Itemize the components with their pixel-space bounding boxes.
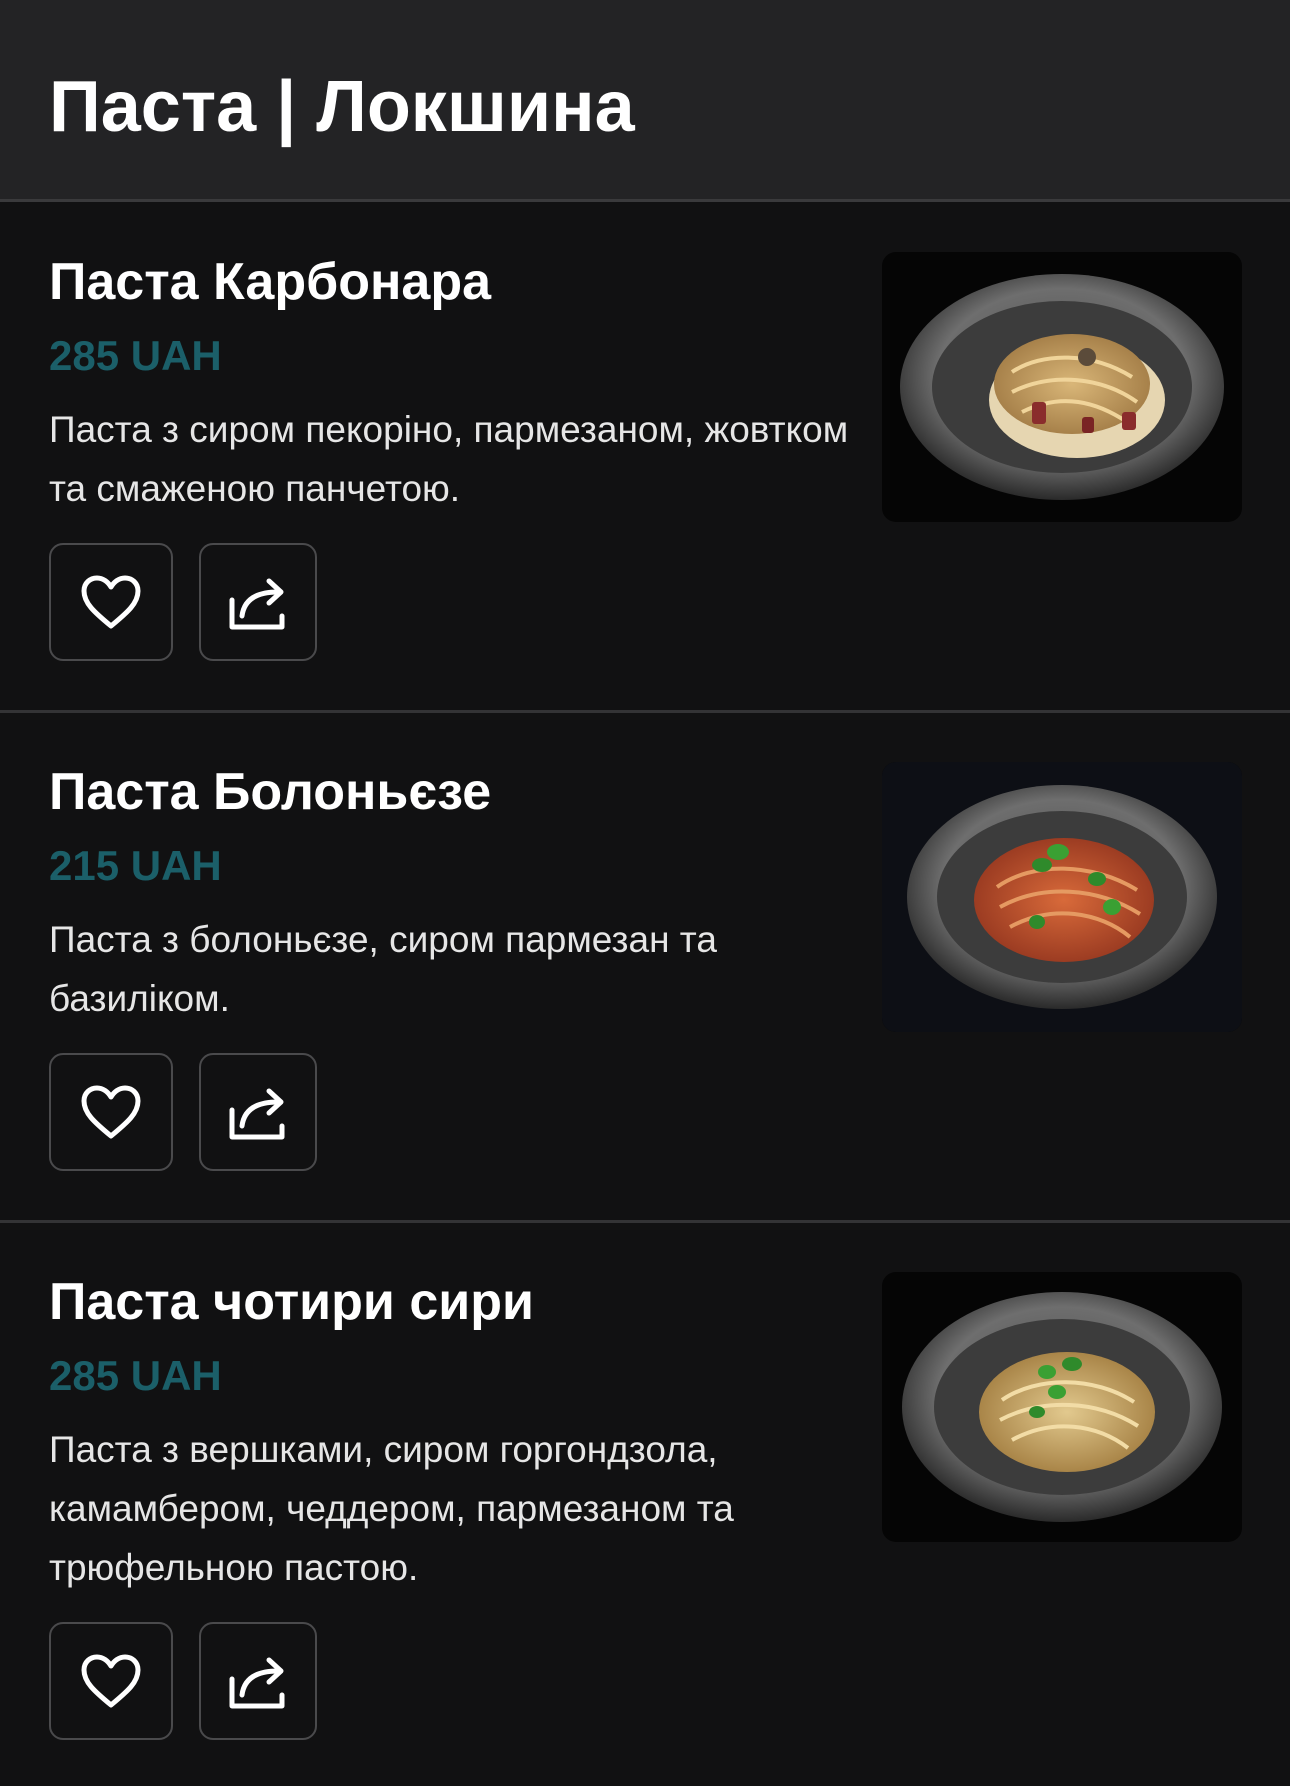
favorite-button[interactable] bbox=[49, 1622, 173, 1740]
heart-icon bbox=[80, 1084, 142, 1140]
dish-photo[interactable] bbox=[882, 252, 1242, 522]
heart-icon bbox=[80, 574, 142, 630]
item-description: Паста з вершками, сиром горгондзола, кам… bbox=[49, 1429, 734, 1588]
item-price: 285 UAH bbox=[49, 1352, 222, 1399]
share-button[interactable] bbox=[199, 1053, 317, 1171]
share-button[interactable] bbox=[199, 1622, 317, 1740]
item-name: Паста Болоньєзе bbox=[49, 763, 492, 821]
share-icon bbox=[226, 1651, 290, 1711]
heart-icon bbox=[80, 1653, 142, 1709]
share-icon bbox=[226, 1082, 290, 1142]
item-description: Паста з болоньєзе, сиром пармезан та баз… bbox=[49, 919, 717, 1019]
item-name: Паста Карбонара bbox=[49, 253, 491, 311]
item-description: Паста з сиром пекоріно, пармезаном, жовт… bbox=[49, 409, 849, 509]
item-name: Паста чотири сири bbox=[49, 1273, 534, 1331]
category-header: Паста | Локшина bbox=[0, 0, 1290, 202]
menu-item-four-cheese[interactable]: Паста чотири сири 285 UAH Паста з вершка… bbox=[0, 1223, 1290, 1786]
favorite-button[interactable] bbox=[49, 1053, 173, 1171]
page-title: Паста | Локшина bbox=[49, 67, 635, 147]
menu-item-carbonara[interactable]: Паста Карбонара 285 UAH Паста з сиром пе… bbox=[0, 203, 1290, 710]
menu-item-bolognese[interactable]: Паста Болоньєзе 215 UAH Паста з болоньєз… bbox=[0, 713, 1290, 1220]
favorite-button[interactable] bbox=[49, 543, 173, 661]
item-price: 215 UAH bbox=[49, 842, 222, 889]
dish-photo[interactable] bbox=[882, 1272, 1242, 1542]
dish-photo[interactable] bbox=[882, 762, 1242, 1032]
share-button[interactable] bbox=[199, 543, 317, 661]
item-price: 285 UAH bbox=[49, 332, 222, 379]
share-icon bbox=[226, 572, 290, 632]
